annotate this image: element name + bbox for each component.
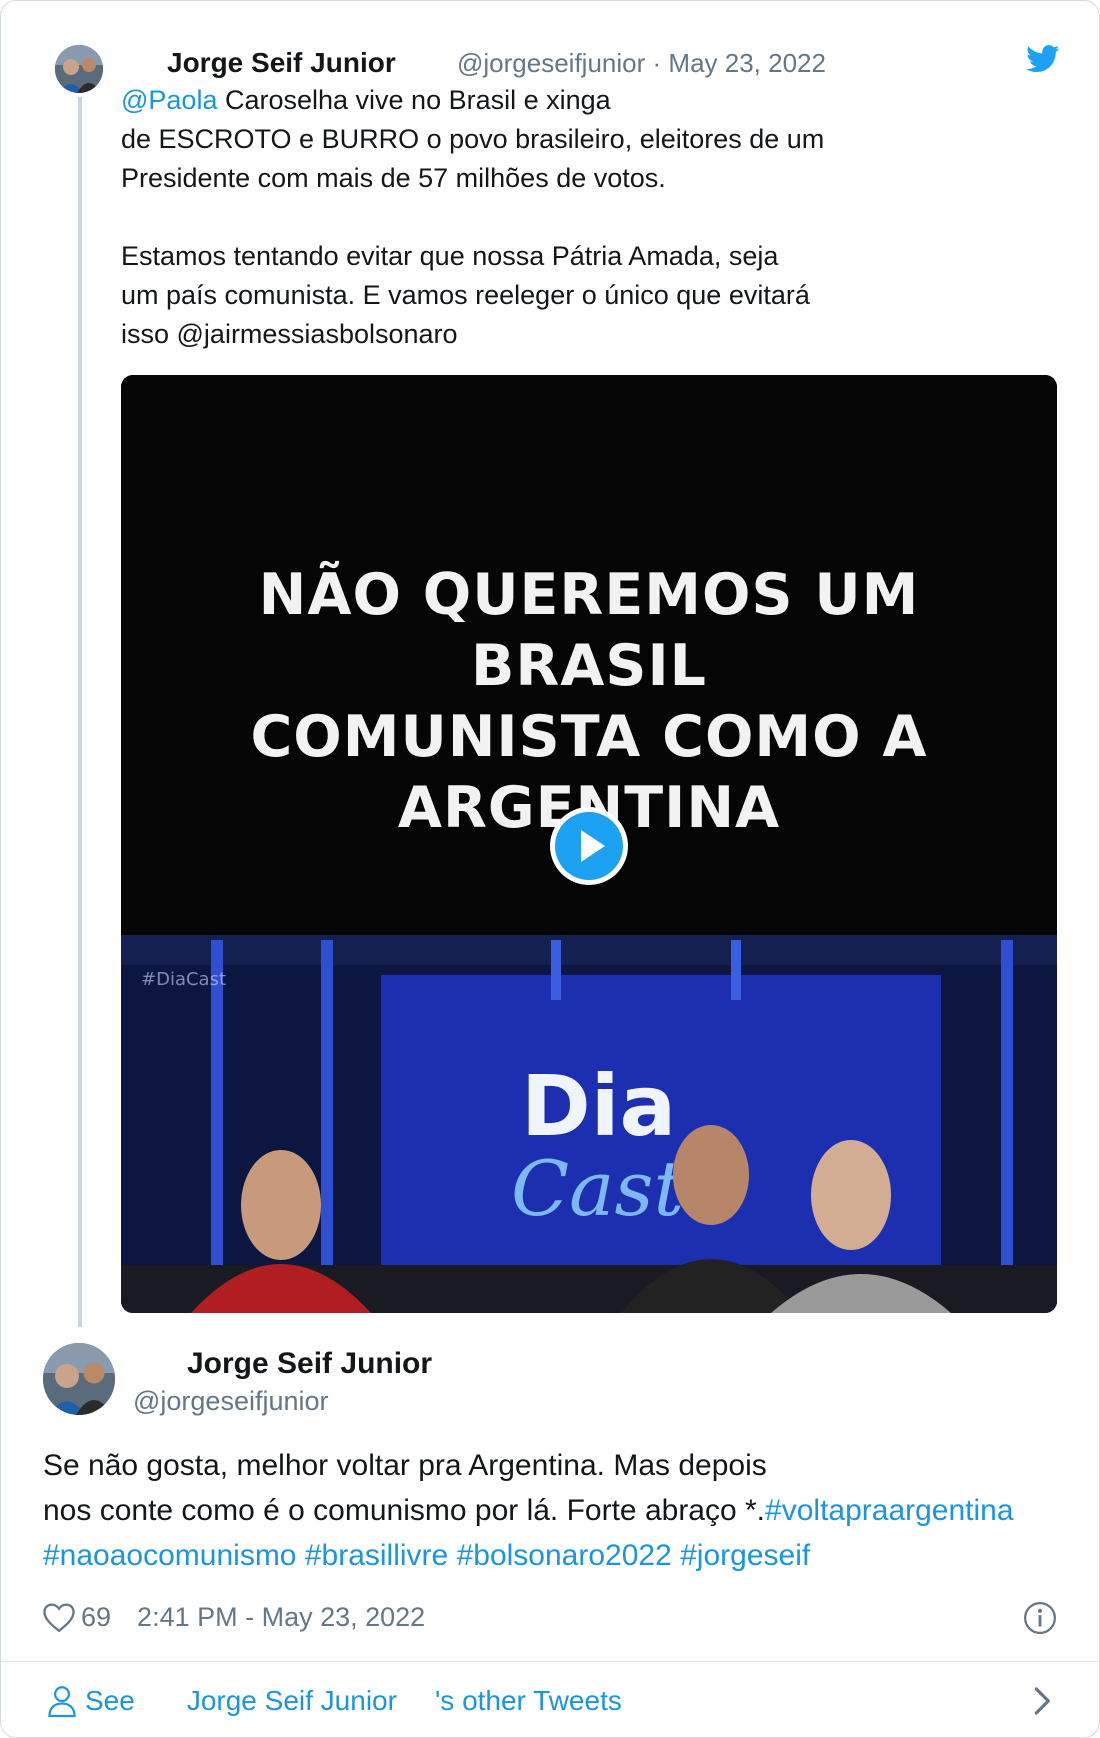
main-tweet-text: Se não gosta, melhor voltar pra Argentin… — [43, 1443, 1063, 1578]
tweet-text-line: um país comunista. E vamos reeleger o ún… — [121, 280, 810, 310]
avatar[interactable] — [43, 1343, 115, 1415]
svg-text:Cast: Cast — [511, 1144, 684, 1233]
avatar[interactable] — [55, 45, 103, 93]
like-count[interactable]: 69 — [81, 1602, 111, 1633]
tweet-text-line: isso @jairmessiasbolsonaro — [121, 319, 458, 349]
author-name[interactable]: Jorge Seif Junior — [187, 1345, 432, 1383]
hashtag-link[interactable]: #brasillivre — [305, 1539, 448, 1572]
footer-divider — [1, 1661, 1099, 1662]
tweet-text: @Paola Caroselha vive no Brasil e xinga … — [121, 81, 1021, 354]
hashtag-link[interactable]: #naoaocomunismo — [43, 1539, 297, 1572]
tweet-timestamp[interactable]: 2:41 PM - May 23, 2022 — [137, 1602, 425, 1633]
play-button-inner[interactable] — [555, 812, 623, 880]
hashtag-link[interactable]: #bolsonaro2022 — [457, 1539, 672, 1572]
info-icon[interactable] — [1023, 1601, 1057, 1635]
text-span: Caroselha vive no Brasil e xinga — [217, 85, 611, 115]
caption-line: COMUNISTA COMO A — [250, 704, 928, 770]
author-handle[interactable]: @jorgeseifjunior — [133, 1383, 329, 1419]
tweet-text-line: nos conte como é o comunismo por lá. For… — [43, 1488, 1063, 1533]
author-handle[interactable]: @jorgeseifjunior — [457, 48, 645, 78]
caption-line: NÃO QUEREMOS UM — [258, 562, 920, 628]
see-label: See — [85, 1685, 135, 1716]
person-icon — [48, 1686, 76, 1718]
tweet-meta: @jorgeseifjunior · May 23, 2022 — [457, 45, 826, 81]
tweet-text-line: Estamos tentando evitar que nossa Pátria… — [121, 241, 779, 271]
svg-text:Dia: Dia — [521, 1057, 676, 1155]
svg-text:#DiaCast: #DiaCast — [141, 969, 226, 990]
tweet-footer: 69 2:41 PM - May 23, 2022 — [41, 1597, 425, 1637]
tweet-date[interactable]: May 23, 2022 — [668, 48, 826, 78]
tweet-embed-card: Jorge Seif Junior @jorgeseifjunior · May… — [0, 0, 1100, 1738]
thread-connector-line — [78, 97, 82, 1327]
caption-line: BRASIL — [470, 633, 708, 699]
see-other-tweets-link[interactable]: See Jorge Seif Junior 's other Tweets — [47, 1681, 622, 1721]
video-caption: NÃO QUEREMOS UM BRASIL COMUNISTA COMO A … — [121, 560, 1057, 844]
hashtag-link[interactable]: #voltapraargentina — [765, 1494, 1014, 1527]
tweet-text-line: de ESCROTO e BURRO o povo brasileiro, el… — [121, 124, 825, 154]
play-icon[interactable] — [550, 807, 628, 885]
mention-link[interactable]: @Paola — [121, 85, 217, 115]
meta-separator: · — [652, 48, 662, 78]
video-thumbnail[interactable]: Dia Cast #DiaCast NÃO QUEREMOS UM BRASIL… — [121, 375, 1057, 1313]
tweet-text-line: Se não gosta, melhor voltar pra Argentin… — [43, 1449, 767, 1482]
chevron-right-icon[interactable] — [1031, 1685, 1055, 1717]
tweet-text-line: Presidente com mais de 57 milhões de vot… — [121, 163, 666, 193]
footer-author-name: Jorge Seif Junior — [186, 1685, 397, 1716]
tweet-text-line: #naoaocomunismo #brasillivre #bolsonaro2… — [43, 1533, 1063, 1578]
footer-suffix: 's other Tweets — [434, 1685, 622, 1716]
text-span: nos conte como é o comunismo por lá. For… — [43, 1494, 766, 1527]
tweet-text-line: @Paola Caroselha vive no Brasil e xinga — [121, 81, 1021, 120]
twitter-bird-icon[interactable] — [1026, 45, 1060, 73]
author-name[interactable]: Jorge Seif Junior — [167, 45, 396, 81]
heart-icon[interactable] — [41, 1601, 77, 1633]
hashtag-link[interactable]: #jorgeseif — [680, 1539, 810, 1572]
